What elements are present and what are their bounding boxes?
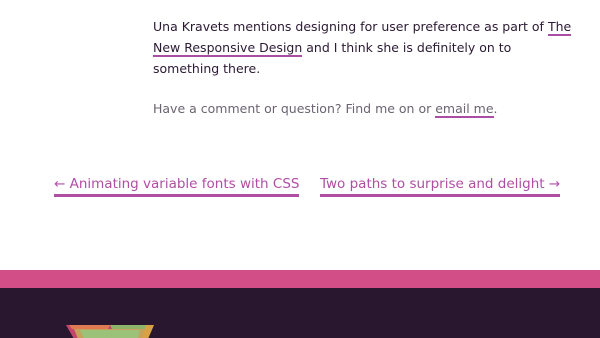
footer-stripe	[0, 270, 600, 288]
comment-text: Have a comment or question? Find me on o…	[153, 101, 436, 116]
comment-prompt: Have a comment or question? Find me on o…	[153, 99, 498, 119]
comment-suffix: .	[493, 101, 498, 116]
article-paragraph: Una Kravets mentions designing for user …	[153, 16, 573, 79]
email-me-link[interactable]: email me	[435, 101, 494, 118]
next-post-link[interactable]: Two paths to surprise and delight →	[320, 174, 561, 197]
previous-post-link[interactable]: ← Animating variable fonts with CSS	[54, 174, 300, 197]
footer-logo[interactable]	[66, 324, 154, 338]
paragraph-text-start: Una Kravets mentions designing for user …	[153, 19, 548, 34]
logo-icon	[66, 325, 154, 338]
